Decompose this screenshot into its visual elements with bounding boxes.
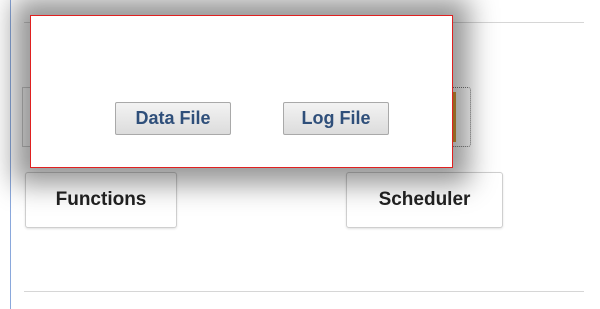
log-file-label: Log File: [301, 108, 371, 128]
bottom-divider: [24, 291, 584, 292]
functions-button-label: Functions: [55, 189, 147, 210]
screen: Functions Scheduler Data File Log File: [0, 0, 600, 309]
partially-hidden-button-right: [451, 87, 471, 147]
data-file-button[interactable]: Data File: [115, 102, 231, 135]
functions-button[interactable]: Functions: [25, 172, 177, 228]
data-file-label: Data File: [135, 108, 211, 128]
scheduler-button-label: Scheduler: [378, 189, 471, 210]
file-popup: Data File Log File: [30, 15, 453, 168]
log-file-button[interactable]: Log File: [283, 102, 389, 135]
scheduler-button[interactable]: Scheduler: [346, 172, 503, 228]
